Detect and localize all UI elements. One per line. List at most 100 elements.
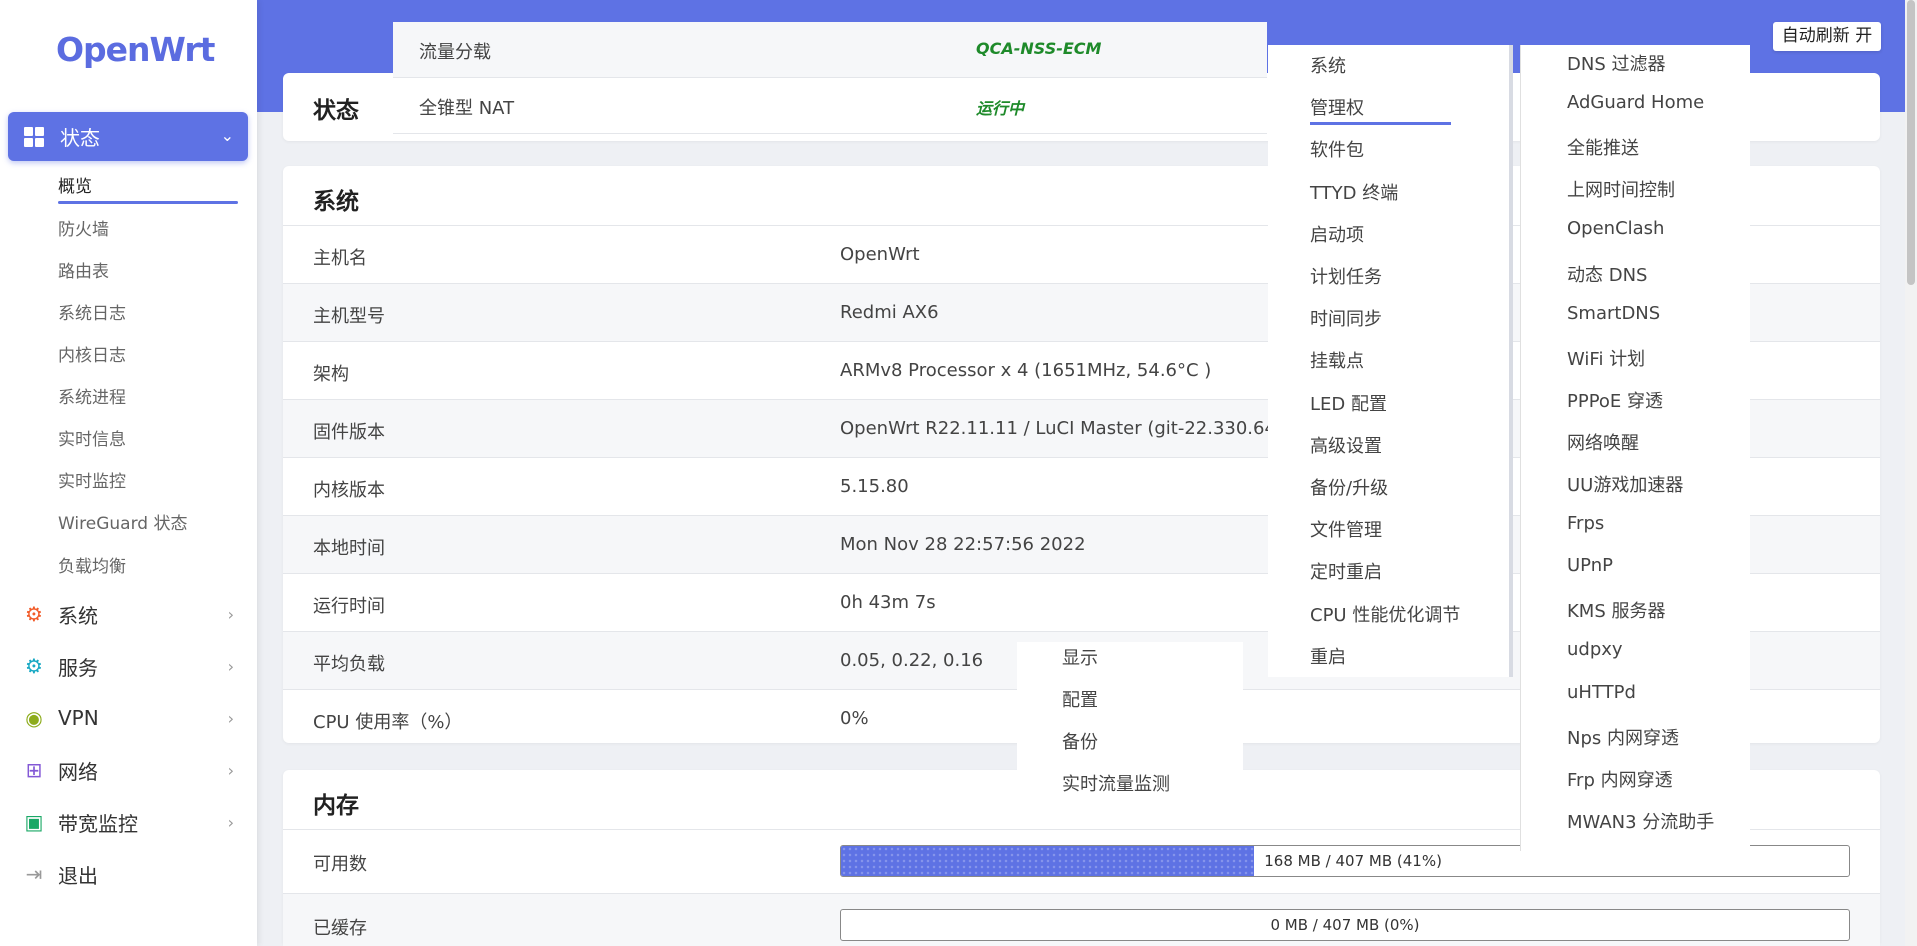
sidebar-item-status[interactable]: 状态 ⌄ (8, 112, 248, 161)
sidebar: OpenWrt 状态 ⌄ 概览 防火墙 路由表 系统日志 内核日志 系统进程 实… (0, 0, 257, 946)
menu-item[interactable]: WiFi 计划 (1567, 345, 1645, 371)
row-key: 主机型号 (313, 306, 385, 327)
row-key: 全锥型 NAT (419, 98, 515, 119)
chevron-right-icon: › (227, 708, 234, 728)
memory-section-title: 内存 (313, 793, 359, 819)
sidebar-item-label: 系统 (58, 603, 98, 628)
chevron-right-icon: › (227, 812, 234, 832)
scrollbar-thumb[interactable] (1907, 0, 1915, 285)
services-icon: ⚙ (25, 654, 43, 678)
menu-item[interactable]: OpenClash (1567, 218, 1664, 239)
sidebar-item-label: VPN (58, 706, 99, 730)
progress-text: 168 MB / 407 MB (41%) (1264, 852, 1442, 870)
row-value: OpenWrt (840, 244, 920, 265)
dashboard-icon (24, 126, 44, 147)
menu-item[interactable]: 计划任务 (1310, 263, 1382, 289)
menu-item[interactable]: Frp 内网穿透 (1567, 766, 1673, 792)
menu-item[interactable]: UU游戏加速器 (1567, 471, 1683, 497)
gear-icon: ⚙ (25, 602, 43, 626)
menu-item[interactable]: 上网时间控制 (1567, 176, 1675, 202)
menu-item[interactable]: 网络唤醒 (1567, 429, 1639, 455)
sidebar-item-vpn[interactable]: ◉ VPN › (22, 703, 242, 733)
row-key: 架构 (313, 364, 349, 385)
sidebar-item-label: 带宽监控 (58, 811, 138, 836)
menu-item[interactable]: 实时流量监测 (1062, 770, 1170, 796)
sidebar-item-logout[interactable]: ⇥ 退出 (22, 859, 242, 889)
menu-item[interactable]: 配置 (1062, 686, 1098, 712)
progress-text: 0 MB / 407 MB (0%) (1270, 916, 1420, 934)
menu-item[interactable]: 时间同步 (1310, 305, 1382, 331)
table-row: 已缓存 0 MB / 407 MB (0%) (283, 893, 1880, 946)
logout-icon: ⇥ (25, 862, 43, 886)
chevron-right-icon: › (227, 760, 234, 780)
sidebar-subitem-load-balance[interactable]: 负载均衡 (58, 552, 126, 577)
page-title: 状态 (313, 98, 359, 124)
sidebar-subitem-syslog[interactable]: 系统日志 (58, 299, 126, 324)
menu-item[interactable]: 文件管理 (1310, 516, 1382, 542)
menu-item[interactable]: uHTTPd (1567, 682, 1636, 703)
menu-item[interactable]: 备份 (1062, 728, 1098, 754)
network-icon: ⊞ (25, 758, 43, 782)
row-value: Redmi AX6 (840, 302, 939, 323)
menu-item[interactable]: 高级设置 (1310, 432, 1382, 458)
chevron-right-icon: › (227, 604, 234, 624)
row-key: CPU 使用率（%） (313, 712, 463, 733)
menu-item[interactable]: 管理权 (1310, 94, 1364, 120)
sidebar-item-label: 服务 (58, 655, 98, 680)
menu-item[interactable]: 重启 (1310, 643, 1346, 669)
menu-item[interactable]: Frps (1567, 513, 1604, 534)
sidebar-item-label: 网络 (58, 759, 98, 784)
menu-item[interactable]: LED 配置 (1310, 390, 1387, 416)
sidebar-subitem-overview[interactable]: 概览 (58, 172, 92, 197)
sidebar-item-bandwidth[interactable]: ▣ 带宽监控 › (22, 807, 242, 837)
sidebar-item-label: 退出 (58, 863, 98, 888)
menu-item[interactable]: Nps 内网穿透 (1567, 724, 1679, 750)
menu-item[interactable]: 显示 (1062, 644, 1098, 670)
menu-item[interactable]: DNS 过滤器 (1567, 50, 1665, 76)
menu-item[interactable]: CPU 性能优化调节 (1310, 601, 1460, 627)
row-key: 内核版本 (313, 480, 385, 501)
menu-item[interactable]: udpxy (1567, 639, 1623, 660)
sidebar-subitem-realtime-info[interactable]: 实时信息 (58, 425, 126, 450)
openwrt-logo[interactable]: OpenWrt (56, 30, 215, 69)
row-key: 可用数 (313, 854, 367, 875)
page-scrollbar[interactable] (1905, 0, 1917, 946)
menu-item[interactable]: 备份/升级 (1310, 474, 1388, 500)
menu-item[interactable]: AdGuard Home (1567, 92, 1704, 113)
sidebar-subitem-processes[interactable]: 系统进程 (58, 383, 126, 408)
menu-item[interactable]: PPPoE 穿透 (1567, 387, 1663, 413)
bandwidth-dropdown-menu: 显示配置备份实时流量监测 (1017, 642, 1243, 802)
menu-item[interactable]: 全能推送 (1567, 134, 1639, 160)
top-overlay-table: 流量分载 QCA-NSS-ECM 全锥型 NAT 运行中 (393, 22, 1267, 134)
active-menu-underline (1310, 122, 1451, 125)
menu-item[interactable]: 定时重启 (1310, 558, 1382, 584)
row-value: 0.05, 0.22, 0.16 (840, 650, 984, 671)
sidebar-subitem-routes[interactable]: 路由表 (58, 257, 109, 282)
table-row: 流量分载 QCA-NSS-ECM (393, 22, 1267, 78)
row-key: 平均负载 (313, 654, 385, 675)
menu-item[interactable]: 软件包 (1310, 136, 1364, 162)
sidebar-item-label: 状态 (60, 126, 100, 150)
sidebar-subitem-realtime-monitor[interactable]: 实时监控 (58, 467, 126, 492)
menu-item[interactable]: TTYD 终端 (1310, 179, 1398, 205)
menu-item[interactable]: 系统 (1310, 52, 1346, 78)
menu-item[interactable]: 动态 DNS (1567, 261, 1647, 287)
sidebar-item-network[interactable]: ⊞ 网络 › (22, 755, 242, 785)
sidebar-subitem-firewall[interactable]: 防火墙 (58, 215, 109, 240)
menu-item[interactable]: KMS 服务器 (1567, 597, 1665, 623)
sidebar-item-system[interactable]: ⚙ 系统 › (22, 599, 242, 629)
menu-item[interactable]: SmartDNS (1567, 303, 1660, 324)
menu-item[interactable]: 挂载点 (1310, 347, 1364, 373)
sidebar-subitem-kernel-log[interactable]: 内核日志 (58, 341, 126, 366)
menu-item[interactable]: UPnP (1567, 555, 1613, 576)
row-key: 运行时间 (313, 596, 385, 617)
menu-item[interactable]: MWAN3 分流助手 (1567, 808, 1714, 834)
sidebar-item-services[interactable]: ⚙ 服务 › (22, 651, 242, 681)
auto-refresh-button[interactable]: 自动刷新 开 (1773, 22, 1881, 51)
monitor-icon: ▣ (24, 810, 44, 834)
chevron-down-icon: ⌄ (220, 126, 234, 145)
row-value: 0% (840, 708, 869, 729)
row-value: Mon Nov 28 22:57:56 2022 (840, 534, 1086, 555)
sidebar-subitem-wireguard[interactable]: WireGuard 状态 (58, 509, 187, 534)
menu-item[interactable]: 启动项 (1310, 221, 1364, 247)
